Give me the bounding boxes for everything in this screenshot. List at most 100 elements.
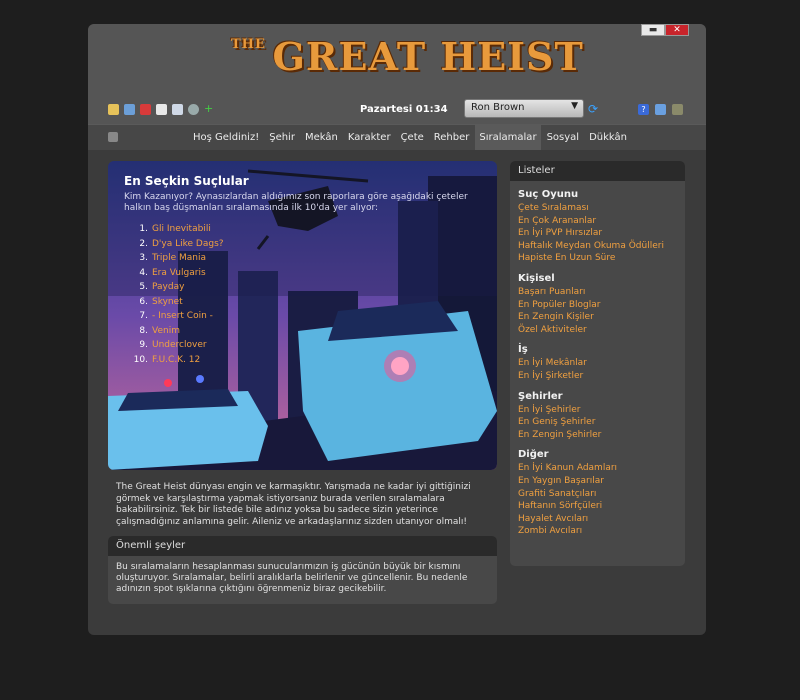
game-logo[interactable]: THE GREAT HEIST [231,34,584,79]
ranking-item: 3. Triple Mania [124,251,224,266]
sidebar-section-heading: İş [518,344,528,356]
nav-item[interactable]: Çete [397,125,428,150]
sidebar-section-heading: Kişisel [518,272,555,284]
nav-item[interactable]: Karakter [344,125,395,150]
nav-item[interactable]: Dükkân [585,125,631,150]
sidebar-link[interactable]: Grafiti Sanatçıları [518,488,677,501]
sidebar-section-heading: Şehirler [518,390,563,402]
rank-number: 3. [139,253,148,263]
close-button[interactable]: ✕ [665,24,689,36]
sidebar-link[interactable]: Hayalet Avcıları [518,513,677,526]
ranking-item: 4. Era Vulgaris [124,266,224,281]
nav-list: Hoş Geldiniz! Şehir Mekân Karakter Çete Rehbe… [189,125,633,150]
minimize-button[interactable]: ▬ [641,24,665,36]
magnifier-icon[interactable] [188,104,199,115]
sidebar-sections: Suç Oyunu Çete Sıralaması En Çok Arananlar… [510,189,685,538]
header: ▬ ✕ THE GREAT HEIST + Pazartesi 01:34 Ro… [88,24,706,124]
nav-item[interactable]: Hoş Geldiniz! [189,125,263,150]
nav-item[interactable]: Şehir [265,125,299,150]
plus-icon[interactable]: + [204,103,215,115]
character-select[interactable]: Ron Brown ▼ [464,99,584,118]
sidebar-link[interactable]: En Yaygın Başarılar [518,475,677,488]
help-icon[interactable]: ? [638,104,649,115]
nav-item[interactable]: Rehber [430,125,474,150]
chevron-down-icon: ▼ [571,101,578,111]
notice-body: Bu sıralamaların hesaplanması sunucuları… [116,562,468,594]
sidebar-link[interactable]: Zombi Avcıları [518,525,677,538]
sidebar-section: İş En İyi Mekânlar En İyi Şirketler [510,344,685,382]
sidebar-section: Kişisel Başarı Puanları En Popüler Bloglar… [510,273,685,336]
rank-number: 7. [139,311,148,321]
ranking-item: 5. Payday [124,280,224,295]
sidebar-link[interactable]: En Çok Arananlar [518,215,677,228]
nav-item[interactable]: Sosyal [543,125,584,150]
main-nav: Hoş Geldiniz! Şehir Mekân Karakter Çete Rehbe… [88,124,706,150]
sidebar-link[interactable]: En İyi PVP Hırsızlar [518,227,677,240]
sidebar-link[interactable]: En Geniş Şehirler [518,416,677,429]
sidebar-link[interactable]: En Zengin Şehirler [518,429,677,442]
sidebar-title: Listeler [510,161,685,181]
book-icon[interactable] [172,104,183,115]
sidebar-link[interactable]: En İyi Şirketler [518,370,677,383]
network-icon[interactable] [124,104,135,115]
gang-link[interactable]: Venim [152,326,180,336]
intro-text: The Great Heist dünyası engin ve karmaşı… [116,482,471,527]
game-window: ▬ ✕ THE GREAT HEIST + Pazartesi 01:34 Ro… [88,24,706,635]
document-icon[interactable] [156,104,167,115]
sidebar-link[interactable]: En İyi Mekânlar [518,357,677,370]
cards-icon[interactable] [108,104,119,115]
nav-item[interactable]: Sıralamalar [475,125,541,150]
rank-number: 10. [133,354,148,365]
gang-link[interactable]: Gli Inevitabili [152,224,211,234]
user-icon[interactable] [655,104,666,115]
nav-toggle-icon[interactable] [108,132,118,142]
gang-link[interactable]: F.U.C.K. 12 [152,355,200,365]
nav-item[interactable]: Mekân [301,125,342,150]
sidebar-section-heading: Diğer [518,449,549,461]
hero-banner: En Seçkin Suçlular Kim Kazanıyor? Aynası… [108,161,497,470]
gang-link[interactable]: Underclover [152,340,207,350]
character-name: Ron Brown [471,102,525,113]
gang-icon[interactable] [672,104,683,115]
gang-ranking-list: 1. Gli Inevitabili 2. D'ya Like Dags? 3. Trip… [124,222,224,367]
notice-panel: Önemli şeyler Bu sıralamaların hesaplanm… [108,536,497,604]
ranking-item: 7. - Insert Coin - [124,309,224,324]
ranking-item: 9. Underclover [124,338,224,353]
sidebar-link[interactable]: Haftalık Meydan Okuma Ödülleri [518,240,677,253]
refresh-icon[interactable]: ⟳ [588,102,598,116]
sidebar-link[interactable]: En İyi Kanun Adamları [518,462,677,475]
game-clock: Pazartesi 01:34 [360,104,448,115]
rank-number: 5. [139,282,148,292]
sidebar-link[interactable]: Başarı Puanları [518,286,677,299]
gang-link[interactable]: Skynet [152,297,183,307]
logo-the: THE [231,37,266,52]
sidebar-link[interactable]: En Zengin Kişiler [518,311,677,324]
toolbar: + [108,103,215,115]
sidebar-section: Suç Oyunu Çete Sıralaması En Çok Arananlar… [510,189,685,265]
rank-number: 8. [139,325,148,336]
page-title: En Seçkin Suçlular [124,174,249,188]
rank-number: 2. [139,238,148,249]
gang-link[interactable]: Era Vulgaris [152,268,206,278]
sidebar-link[interactable]: En İyi Şehirler [518,404,677,417]
rank-number: 4. [139,267,148,278]
sidebar-link[interactable]: Özel Aktiviteler [518,324,677,337]
hero-subtitle: Kim Kazanıyor? Aynasızlardan aldığımız s… [124,192,468,213]
gang-link[interactable]: Payday [152,282,184,292]
header-right-icons: ? [638,104,683,115]
pencil-icon[interactable] [140,104,151,115]
rank-number: 1. [139,224,148,234]
gang-link[interactable]: Triple Mania [152,253,206,263]
sidebar-link[interactable]: En Popüler Bloglar [518,299,677,312]
sidebar-link[interactable]: Hapiste En Uzun Süre [518,252,677,265]
logo-title: GREAT HEIST [272,34,584,79]
gang-link[interactable]: D'ya Like Dags? [152,239,224,249]
ranking-item: 8. Venim [124,324,224,339]
lists-sidebar: Listeler Suç Oyunu Çete Sıralaması En Çok … [510,161,685,566]
sidebar-link[interactable]: Haftanın Sörfçüleri [518,500,677,513]
sidebar-link[interactable]: Çete Sıralaması [518,202,677,215]
gang-link[interactable]: - Insert Coin - [152,311,213,321]
ranking-item: 1. Gli Inevitabili [124,222,224,237]
notice-title: Önemli şeyler [108,536,497,556]
sidebar-section-heading: Suç Oyunu [518,189,579,200]
